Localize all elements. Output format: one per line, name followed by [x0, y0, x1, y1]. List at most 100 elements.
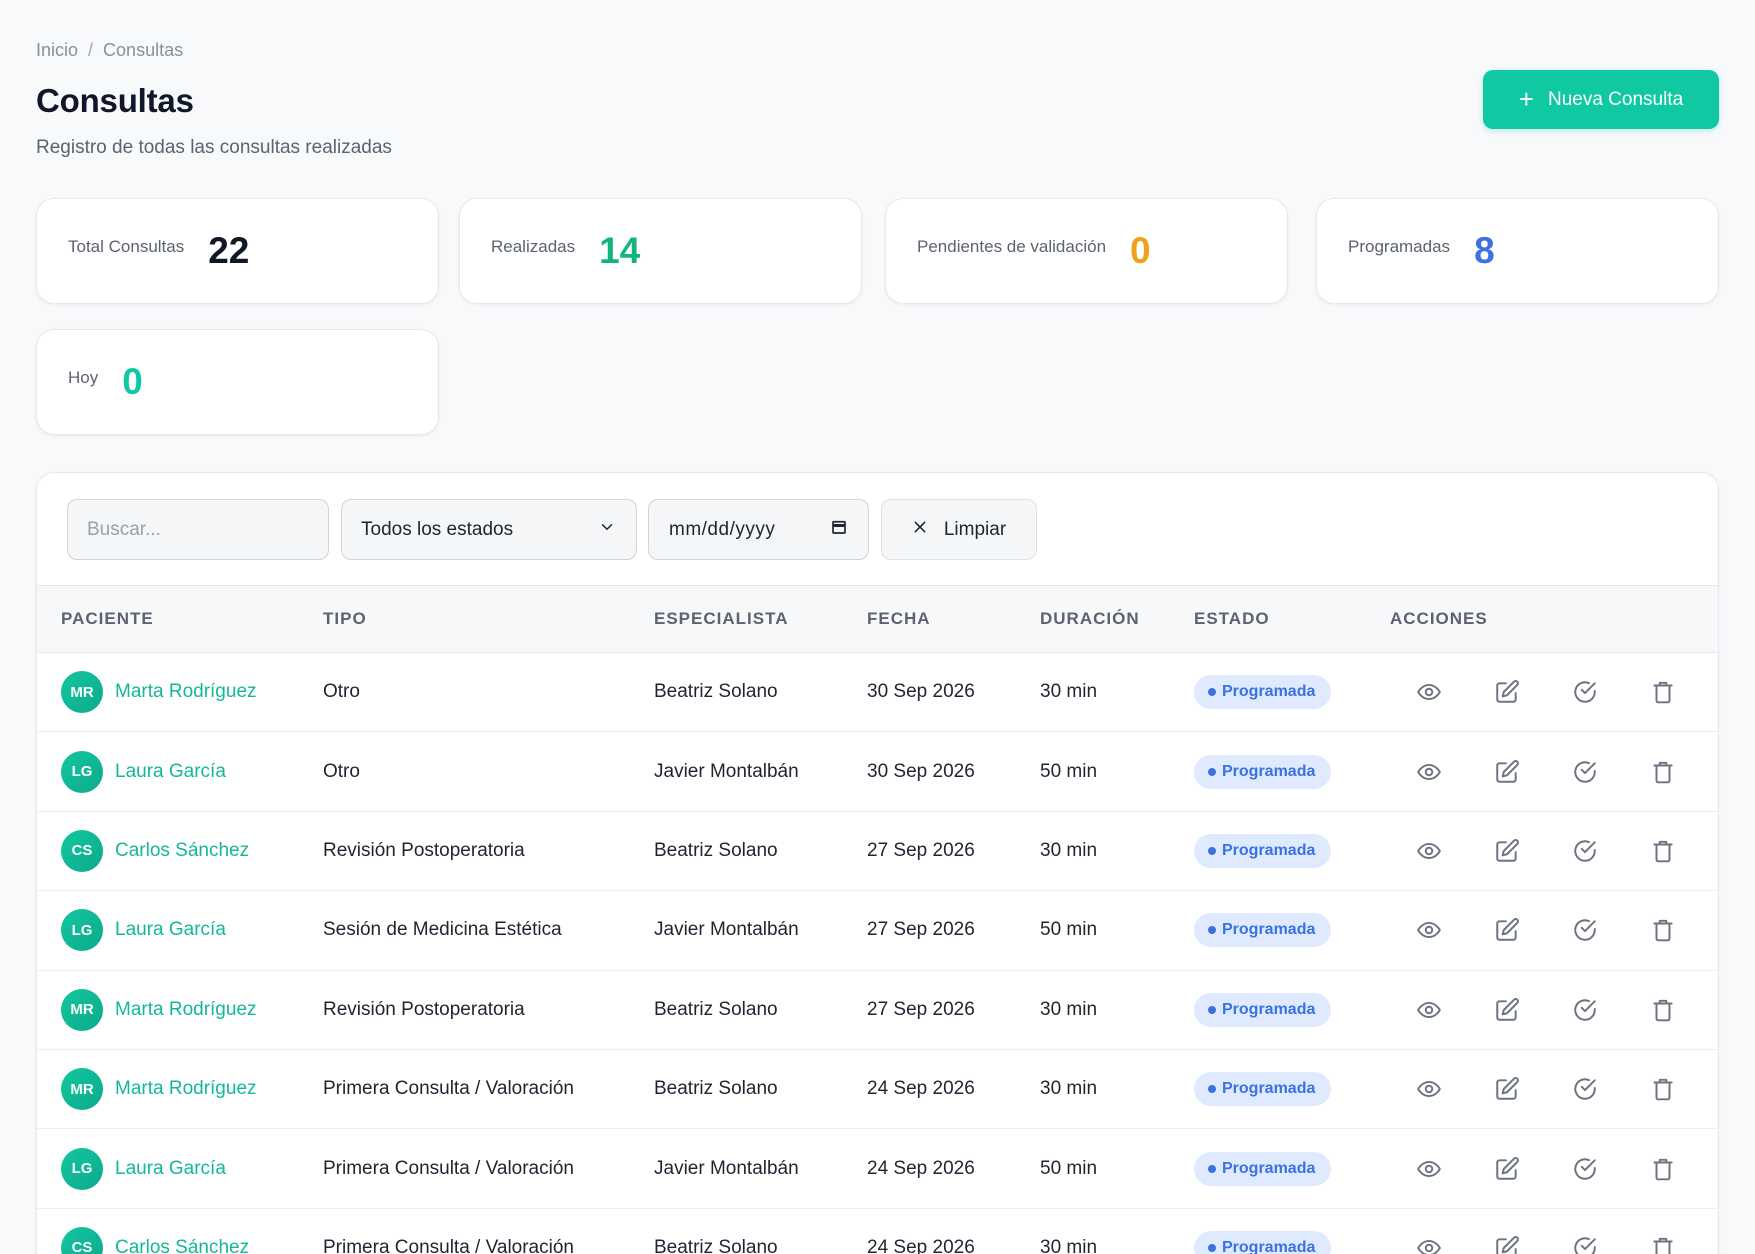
table-row: LG Laura García Otro Javier Montalbán 30… — [37, 732, 1718, 812]
view-button[interactable] — [1390, 990, 1468, 1030]
edit-icon — [1496, 1236, 1519, 1254]
consultas-table: PACIENTE TIPO ESPECIALISTA FECHA DURACIÓ… — [37, 585, 1718, 1254]
view-button[interactable] — [1390, 1149, 1468, 1189]
status-cell: Programada — [1170, 1049, 1366, 1128]
delete-button[interactable] — [1624, 1228, 1702, 1254]
patient-link[interactable]: Laura García — [115, 919, 226, 941]
patient-cell: LG Laura García — [37, 1129, 299, 1208]
status-label: Programada — [1222, 921, 1316, 939]
delete-button[interactable] — [1624, 831, 1702, 871]
type-cell: Primera Consulta / Valoración — [323, 1157, 574, 1179]
trash-icon — [1653, 840, 1673, 863]
status-badge: Programada — [1194, 913, 1332, 948]
delete-button[interactable] — [1624, 1149, 1702, 1189]
edit-button[interactable] — [1468, 672, 1546, 712]
patient-cell: MR Marta Rodríguez — [37, 970, 299, 1049]
status-cell: Programada — [1170, 1129, 1366, 1208]
date-cell: 24 Sep 2026 — [867, 1157, 975, 1179]
validate-button[interactable] — [1546, 990, 1624, 1030]
edit-button[interactable] — [1468, 752, 1546, 792]
status-dot-icon — [1208, 1243, 1216, 1252]
view-button[interactable] — [1390, 1228, 1468, 1254]
patient-link[interactable]: Marta Rodríguez — [115, 1078, 257, 1100]
patient-link[interactable]: Laura García — [115, 761, 226, 783]
edit-button[interactable] — [1468, 831, 1546, 871]
actions-cell — [1366, 891, 1718, 970]
table-row: MR Marta Rodríguez Revisión Postoperator… — [37, 970, 1718, 1050]
delete-button[interactable] — [1624, 910, 1702, 950]
validate-button[interactable] — [1546, 752, 1624, 792]
edit-button[interactable] — [1468, 1149, 1546, 1189]
duration-cell: 50 min — [1040, 919, 1098, 941]
date-cell: 27 Sep 2026 — [867, 998, 975, 1020]
avatar: LG — [61, 1147, 103, 1190]
validate-button[interactable] — [1546, 1149, 1624, 1189]
patient-link[interactable]: Carlos Sánchez — [115, 1237, 249, 1254]
table-row: LG Laura García Sesión de Medicina Estét… — [37, 891, 1718, 971]
edit-icon — [1496, 1156, 1519, 1180]
status-badge: Programada — [1194, 1072, 1332, 1107]
view-button[interactable] — [1390, 752, 1468, 792]
view-button[interactable] — [1390, 1069, 1468, 1109]
status-badge: Programada — [1194, 1230, 1332, 1254]
validate-button[interactable] — [1546, 831, 1624, 871]
status-cell: Programada — [1170, 653, 1366, 732]
clear-filters-button[interactable]: Limpiar — [881, 499, 1037, 560]
delete-button[interactable] — [1624, 752, 1702, 792]
status-select[interactable]: Todos los estados — [341, 499, 637, 560]
status-dot-icon — [1208, 1005, 1216, 1014]
new-consulta-button[interactable]: + Nueva Consulta — [1483, 70, 1719, 129]
patient-link[interactable]: Marta Rodríguez — [115, 999, 257, 1021]
plus-icon: + — [1518, 83, 1534, 114]
column-header: ESTADO — [1194, 609, 1270, 628]
patient-link[interactable]: Marta Rodríguez — [115, 681, 257, 703]
eye-icon — [1417, 684, 1441, 701]
delete-button[interactable] — [1624, 1069, 1702, 1109]
validate-button[interactable] — [1546, 1228, 1624, 1254]
edit-button[interactable] — [1468, 910, 1546, 950]
validate-button[interactable] — [1546, 910, 1624, 950]
status-cell: Programada — [1170, 970, 1366, 1049]
stat-label: Realizadas — [491, 237, 576, 256]
status-select-value: Todos los estados — [361, 518, 514, 540]
actions-cell — [1366, 1129, 1718, 1208]
edit-button[interactable] — [1468, 990, 1546, 1030]
specialist-cell: Beatriz Solano — [654, 1236, 778, 1254]
date-input[interactable]: mm/dd/yyyy — [648, 499, 869, 560]
delete-button[interactable] — [1624, 990, 1702, 1030]
avatar: CS — [61, 829, 103, 872]
search-input[interactable] — [67, 499, 329, 560]
view-button[interactable] — [1390, 672, 1468, 712]
patient-link[interactable]: Carlos Sánchez — [115, 840, 249, 862]
trash-icon — [1653, 920, 1673, 942]
breadcrumb-home-link[interactable]: Inicio — [36, 40, 78, 61]
validate-button[interactable] — [1546, 672, 1624, 712]
status-label: Programada — [1222, 1000, 1316, 1018]
patient-link[interactable]: Laura García — [115, 1158, 226, 1180]
avatar: MR — [61, 1068, 103, 1111]
stat-card-total: Total Consultas 22 — [36, 198, 439, 304]
status-label: Programada — [1222, 683, 1316, 701]
eye-icon — [1417, 763, 1441, 780]
eye-icon — [1417, 842, 1441, 859]
validate-button[interactable] — [1546, 1069, 1624, 1109]
edit-button[interactable] — [1468, 1069, 1546, 1109]
column-header: ACCIONES — [1390, 609, 1488, 628]
type-cell: Sesión de Medicina Estética — [323, 919, 562, 941]
view-button[interactable] — [1390, 831, 1468, 871]
duration-cell: 50 min — [1040, 760, 1098, 782]
page-title: Consultas — [36, 82, 194, 119]
column-header: ESPECIALISTA — [654, 609, 789, 628]
edit-button[interactable] — [1468, 1228, 1546, 1254]
duration-cell: 50 min — [1040, 1157, 1098, 1179]
column-header: FECHA — [867, 609, 931, 628]
trash-icon — [1653, 1078, 1673, 1101]
calendar-icon[interactable] — [830, 518, 848, 542]
delete-button[interactable] — [1624, 672, 1702, 712]
status-dot-icon — [1208, 767, 1216, 776]
patient-cell: MR Marta Rodríguez — [37, 653, 299, 732]
trash-icon — [1653, 1237, 1673, 1254]
eye-icon — [1417, 1160, 1441, 1177]
status-cell: Programada — [1170, 1208, 1366, 1254]
view-button[interactable] — [1390, 910, 1468, 950]
